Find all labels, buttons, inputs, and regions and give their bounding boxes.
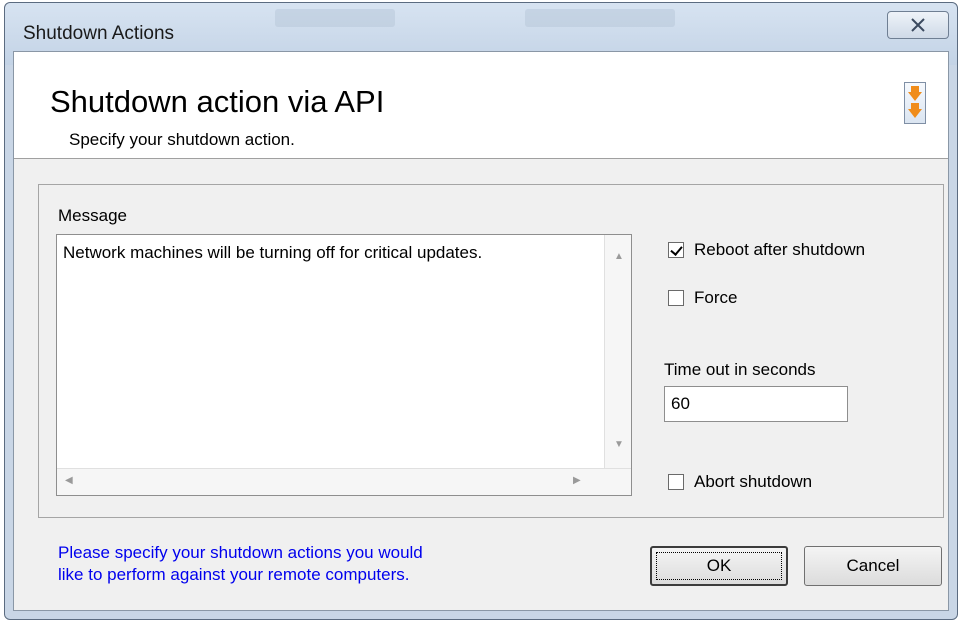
horizontal-scrollbar[interactable]: ◀ ▶: [57, 468, 631, 495]
timeout-input[interactable]: [664, 386, 848, 422]
background-blur: [525, 9, 675, 27]
page-title: Shutdown action via API: [50, 84, 385, 119]
force-label: Force: [694, 288, 738, 307]
scroll-left-icon[interactable]: ◀: [65, 475, 73, 486]
ok-button[interactable]: OK: [650, 546, 788, 586]
reboot-label: Reboot after shutdown: [694, 240, 866, 259]
background-blur: [275, 9, 395, 27]
action-order-icon[interactable]: [904, 82, 926, 124]
focus-rect: [656, 552, 782, 580]
vertical-scrollbar[interactable]: ▲ ▼: [604, 235, 631, 469]
page-subtitle: Specify your shutdown action.: [69, 130, 295, 149]
cancel-label: Cancel: [846, 556, 900, 575]
force-option[interactable]: Force: [668, 288, 737, 308]
abort-option[interactable]: Abort shutdown: [668, 472, 812, 492]
timeout-label: Time out in seconds: [664, 360, 816, 379]
info-text: Please specify your shutdown actions you…: [58, 542, 578, 586]
message-textarea[interactable]: Network machines will be turning off for…: [56, 234, 632, 496]
scroll-right-icon[interactable]: ▶: [573, 475, 581, 486]
info-line-1: Please specify your shutdown actions you…: [58, 543, 423, 562]
scroll-down-icon[interactable]: ▼: [614, 439, 624, 450]
window-title: Shutdown Actions: [23, 23, 175, 44]
force-checkbox[interactable]: [668, 290, 684, 306]
abort-label: Abort shutdown: [694, 472, 813, 491]
reboot-checkbox[interactable]: [668, 242, 684, 258]
message-text: Network machines will be turning off for…: [63, 243, 483, 262]
dialog-header: Shutdown action via API Specify your shu…: [14, 52, 948, 159]
close-button[interactable]: [887, 11, 949, 39]
scroll-up-icon[interactable]: ▲: [614, 251, 624, 262]
abort-checkbox[interactable]: [668, 474, 684, 490]
message-label: Message: [58, 206, 127, 225]
reboot-option[interactable]: Reboot after shutdown: [668, 240, 865, 260]
info-line-2: like to perform against your remote comp…: [58, 565, 410, 584]
cancel-button[interactable]: Cancel: [804, 546, 942, 586]
close-icon: [911, 18, 925, 32]
